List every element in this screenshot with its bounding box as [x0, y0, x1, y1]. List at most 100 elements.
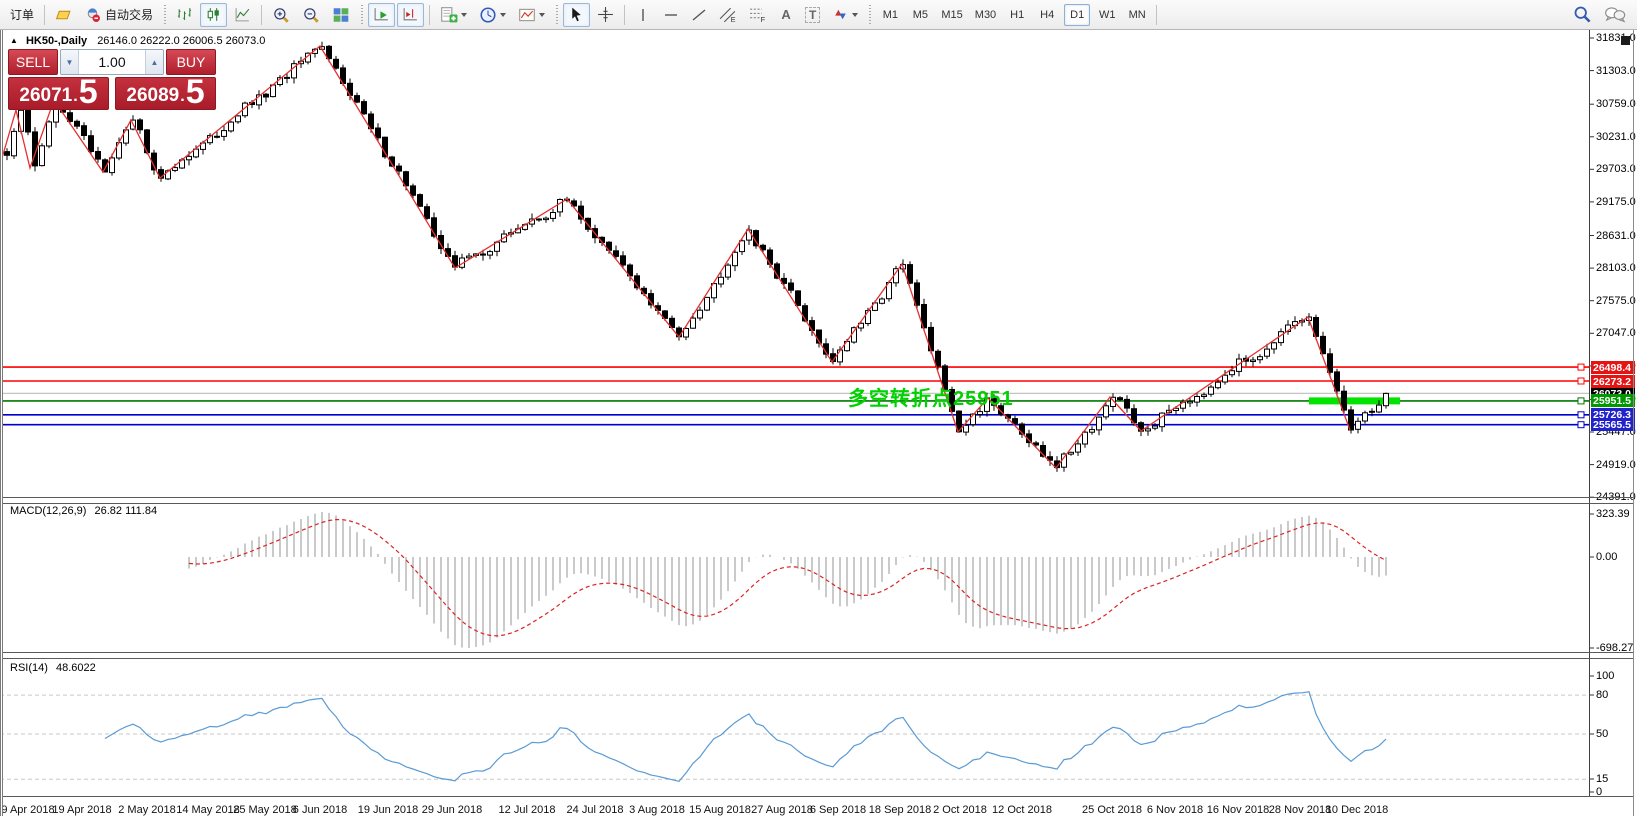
channel-letter: E [731, 15, 736, 23]
text-label-button[interactable]: T [800, 3, 825, 27]
date-tick-label: 18 Sep 2018 [869, 804, 931, 816]
price-tick-label: 30759.0 [1596, 98, 1636, 110]
trendline-button[interactable] [686, 3, 712, 27]
autotrading-icon [84, 6, 101, 23]
timeframe-button-w1[interactable]: W1 [1094, 4, 1120, 26]
date-tick-label: 3 Aug 2018 [629, 804, 685, 816]
macd-name: MACD(12,26,9) [10, 505, 86, 517]
line-chart-button[interactable] [229, 3, 256, 27]
timeframe-button-d1[interactable]: D1 [1064, 4, 1090, 26]
date-tick-label: 28 Nov 2018 [1269, 804, 1331, 816]
zoom-out-button[interactable] [297, 3, 325, 27]
date-tick-label: 15 Aug 2018 [689, 804, 751, 816]
date-tick-label: 19 Jun 2018 [358, 804, 419, 816]
price-level-badge: 26273.2 [1591, 375, 1635, 388]
buy-price-display[interactable]: 26089 . 5 [115, 77, 216, 110]
bar-chart-button[interactable] [171, 3, 198, 27]
search-button[interactable] [1568, 3, 1597, 27]
panel-divider[interactable] [0, 503, 1634, 504]
toolbar-gripper[interactable] [867, 5, 872, 25]
price-level-badge: 25951.5 [1591, 394, 1635, 407]
candlestick-chart-button[interactable] [200, 3, 227, 27]
zoom-in-button[interactable] [267, 3, 295, 27]
date-tick-label: 10 Dec 2018 [1326, 804, 1388, 816]
window-corner-marker [1621, 36, 1630, 45]
price-tick-label: 28103.0 [1596, 262, 1636, 274]
timeframe-button-h4[interactable]: H4 [1034, 4, 1060, 26]
timeframe-button-m30[interactable]: M30 [971, 4, 1000, 26]
label-tool-letter: T [805, 7, 820, 23]
buy-price-dot: . [180, 87, 184, 107]
timeframe-button-m5[interactable]: M5 [907, 4, 933, 26]
macd-label: MACD(12,26,9) 26.82 111.84 [10, 505, 157, 517]
horizontal-line-button[interactable] [658, 3, 684, 27]
periods-button[interactable] [474, 3, 511, 27]
toolbar-gripper[interactable] [162, 5, 167, 25]
tile-windows-button[interactable] [327, 3, 355, 27]
volume-decrease-button[interactable]: ▼ [61, 50, 79, 74]
vertical-line-button[interactable] [630, 3, 656, 27]
panel-divider[interactable] [0, 497, 1634, 498]
panel-divider[interactable] [0, 658, 1634, 659]
rsi-axis-tick-label: 15 [1596, 773, 1608, 785]
autotrading-button[interactable]: 自动交易 [79, 3, 158, 27]
tile-windows-icon [332, 6, 350, 24]
new-order-button[interactable]: 订单 [5, 3, 39, 27]
text-button[interactable]: A [774, 3, 798, 27]
date-tick-label: 6 Nov 2018 [1147, 804, 1203, 816]
cursor-button[interactable] [563, 3, 590, 27]
templates-button[interactable] [513, 3, 550, 27]
price-tick-label: 27575.0 [1596, 295, 1636, 307]
rsi-axis-tick-label: 80 [1596, 689, 1608, 701]
date-tick-label: 24 Jul 2018 [567, 804, 624, 816]
timeframe-button-m1[interactable]: M1 [877, 4, 903, 26]
equidistant-channel-button[interactable]: E [714, 3, 742, 27]
zoom-in-icon [272, 6, 290, 24]
date-tick-label: 2 Oct 2018 [933, 804, 987, 816]
one-click-collapse-icon[interactable]: ▲ [10, 36, 18, 45]
toolbar-separator [261, 5, 262, 25]
chart-shift-icon [402, 6, 419, 23]
order-ticket-icon[interactable] [50, 3, 77, 27]
auto-scroll-icon [373, 6, 390, 23]
price-tick-label: 29703.0 [1596, 163, 1636, 175]
buy-price-pip: 5 [186, 77, 205, 107]
toolbar-gripper[interactable] [554, 5, 559, 25]
buy-button[interactable]: BUY [166, 49, 216, 75]
fibonacci-button[interactable]: F [744, 3, 772, 27]
chat-icon [1604, 5, 1626, 24]
price-level-badge: 26498.4 [1591, 361, 1635, 374]
indicators-icon [440, 6, 458, 24]
chart-canvas[interactable] [0, 30, 1637, 816]
chart-title: ▲ HK50-,Daily 26146.0 26222.0 26006.5 26… [10, 35, 265, 47]
timeframe-button-mn[interactable]: MN [1124, 4, 1150, 26]
price-level-badge: 25565.5 [1591, 418, 1635, 431]
date-axis-divider [0, 796, 1634, 797]
indicators-button[interactable] [435, 3, 472, 27]
chat-button[interactable] [1599, 3, 1631, 27]
rsi-value: 48.6022 [56, 662, 96, 674]
chart-text-annotation[interactable]: 多空转折点25951 [848, 382, 1014, 411]
toolbar-gripper[interactable] [359, 5, 364, 25]
chart-shift-button[interactable] [397, 3, 424, 27]
candlestick-chart-icon [205, 6, 222, 23]
date-tick-label: 25 May 2018 [233, 804, 297, 816]
arrows-button[interactable] [827, 3, 863, 27]
timeframe-button-m15[interactable]: M15 [937, 4, 966, 26]
panel-divider[interactable] [0, 652, 1634, 653]
ohlc-values: 26146.0 26222.0 26006.5 26073.0 [97, 35, 265, 47]
auto-scroll-button[interactable] [368, 3, 395, 27]
template-icon [518, 6, 536, 24]
crosshair-button[interactable] [592, 3, 619, 27]
price-tick-label: 29175.0 [1596, 196, 1636, 208]
timeframe-button-h1[interactable]: H1 [1004, 4, 1030, 26]
price-tick-label: 31303.0 [1596, 65, 1636, 77]
sell-price-display[interactable]: 26071 . 5 [8, 77, 109, 110]
sell-button[interactable]: SELL [8, 49, 58, 75]
chart-window[interactable]: ▲ HK50-,Daily 26146.0 26222.0 26006.5 26… [0, 30, 1637, 816]
volume-increase-button[interactable]: ▲ [145, 50, 163, 74]
price-tick-label: 27047.0 [1596, 327, 1636, 339]
volume-input[interactable]: 1.00 [79, 50, 145, 74]
line-chart-icon [234, 6, 251, 23]
date-tick-label: 6 Sep 2018 [810, 804, 866, 816]
